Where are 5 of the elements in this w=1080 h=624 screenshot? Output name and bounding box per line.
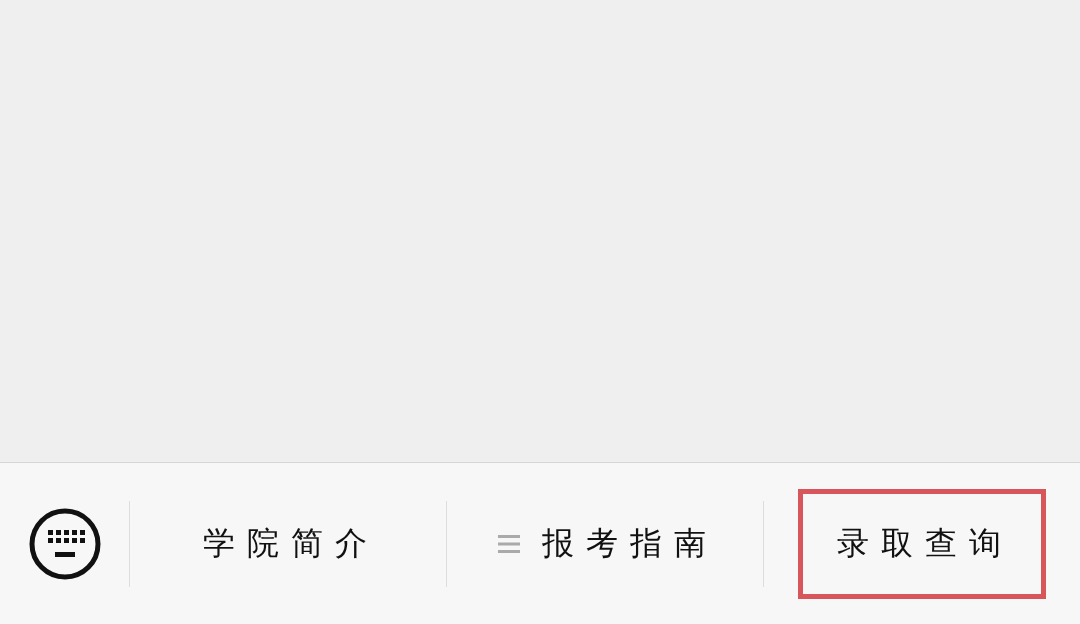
menu-item[interactable]: 学院简介 [164,488,412,599]
menu-item[interactable]: 报考指南 [459,488,751,599]
keyboard-icon[interactable] [28,507,101,580]
list-icon [498,533,520,554]
menu-item[interactable]: 录取查询 [798,488,1046,599]
